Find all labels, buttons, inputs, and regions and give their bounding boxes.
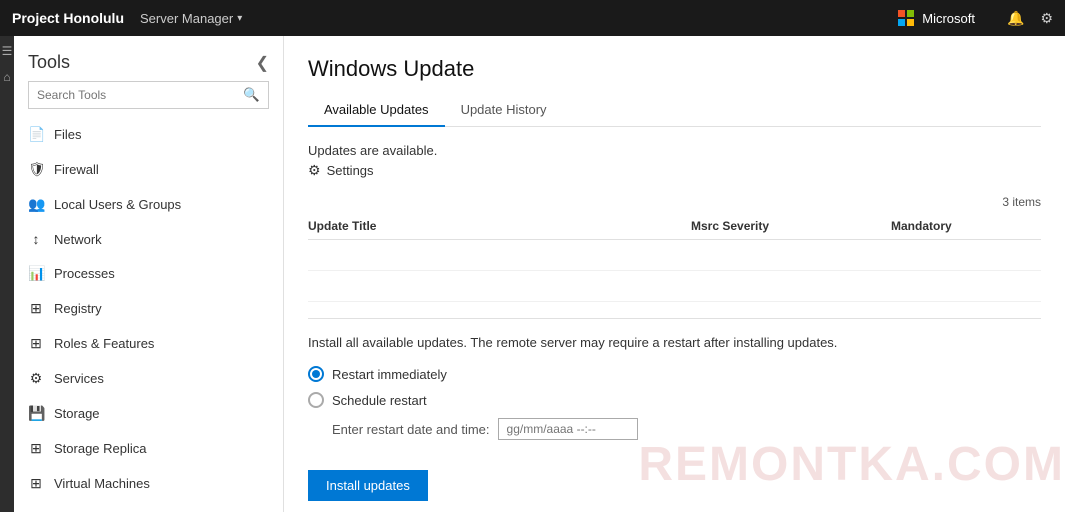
main-content: Windows Update Available UpdatesUpdate H…	[284, 36, 1065, 512]
sidebar-item-files[interactable]: 📄 Files	[14, 117, 283, 152]
network-icon: ↕	[28, 231, 44, 247]
settings-row[interactable]: ⚙ Settings	[308, 162, 1041, 179]
col-update-title: Update Title	[308, 219, 691, 233]
search-button[interactable]: 🔍	[235, 82, 268, 108]
sidebar-item-network[interactable]: ↕ Network	[14, 222, 283, 256]
table-row	[308, 240, 1041, 271]
install-notice: Install all available updates. The remot…	[308, 335, 1041, 350]
microsoft-logo	[898, 10, 914, 26]
left-rail: ☰ ⌂	[0, 36, 14, 512]
services-label: Services	[54, 371, 104, 386]
tab-available-updates[interactable]: Available Updates	[308, 94, 445, 127]
restart-immediately-option[interactable]: Restart immediately	[308, 366, 1041, 382]
chevron-down-icon: ▾	[237, 13, 242, 24]
date-input[interactable]	[498, 418, 638, 440]
install-updates-button[interactable]: Install updates	[308, 470, 428, 501]
main-header: Windows Update Available UpdatesUpdate H…	[284, 36, 1065, 127]
firewall-label: Firewall	[54, 162, 99, 177]
sidebar-item-storage[interactable]: 💾 Storage	[14, 396, 283, 431]
hamburger-icon[interactable]: ☰	[2, 44, 13, 58]
services-icon: ⚙	[28, 370, 44, 387]
search-box: 🔍	[28, 81, 269, 109]
microsoft-section: Microsoft	[898, 10, 975, 26]
sidebar-header: Tools ❮	[14, 36, 283, 81]
sidebar-item-storage-replica[interactable]: ⊞ Storage Replica	[14, 431, 283, 466]
settings-label: Settings	[327, 163, 374, 178]
sidebar-item-processes[interactable]: 📊 Processes	[14, 256, 283, 291]
settings-gear-icon: ⚙	[308, 162, 321, 179]
sidebar-item-roles-features[interactable]: ⊞ Roles & Features	[14, 326, 283, 361]
firewall-icon: 🛡	[28, 161, 44, 178]
roles-features-icon: ⊞	[28, 335, 44, 352]
divider	[308, 318, 1041, 319]
col-msrc: Msrc Severity	[691, 219, 891, 233]
sidebar-item-virtual-machines[interactable]: ⊞ Virtual Machines	[14, 466, 283, 501]
roles-features-label: Roles & Features	[54, 336, 154, 351]
notification-icon[interactable]: 🔔	[1007, 10, 1024, 27]
storage-label: Storage	[54, 406, 100, 421]
sidebar-item-local-users[interactable]: 👥 Local Users & Groups	[14, 187, 283, 222]
app-label: Server Manager	[140, 11, 233, 26]
sidebar-item-services[interactable]: ⚙ Services	[14, 361, 283, 396]
files-label: Files	[54, 127, 81, 142]
restart-immediately-radio[interactable]	[308, 366, 324, 382]
microsoft-label: Microsoft	[922, 11, 975, 26]
schedule-date-label: Enter restart date and time:	[332, 422, 490, 437]
sidebar: Tools ❮ 🔍 📄 Files 🛡 Firewall 👥 Local Users & …	[14, 36, 284, 512]
content-area: Updates are available. ⚙ Settings 3 item…	[284, 143, 1065, 512]
table-row	[308, 271, 1041, 302]
schedule-date-row: Enter restart date and time:	[332, 418, 1041, 440]
restart-options: Restart immediately Schedule restart Ent…	[308, 366, 1041, 440]
restart-immediately-label: Restart immediately	[332, 367, 447, 382]
sidebar-item-firewall[interactable]: 🛡 Firewall	[14, 152, 283, 187]
app-layout: ☰ ⌂ Tools ❮ 🔍 📄 Files 🛡 Firewall 👥 Local User…	[0, 36, 1065, 512]
search-input[interactable]	[29, 83, 235, 107]
collapse-button[interactable]: ❮	[256, 53, 269, 73]
sidebar-title: Tools	[28, 52, 70, 73]
brand-label: Project Honolulu	[12, 10, 124, 26]
schedule-restart-radio[interactable]	[308, 392, 324, 408]
storage-icon: 💾	[28, 405, 44, 422]
virtual-machines-icon: ⊞	[28, 475, 44, 492]
schedule-restart-option[interactable]: Schedule restart	[308, 392, 1041, 408]
col-mandatory: Mandatory	[891, 219, 1041, 233]
tabs: Available UpdatesUpdate History	[308, 94, 1041, 127]
home-icon[interactable]: ⌂	[3, 70, 10, 84]
local-users-icon: 👥	[28, 196, 44, 213]
files-icon: 📄	[28, 126, 44, 143]
processes-icon: 📊	[28, 265, 44, 282]
topbar-icons: 🔔 ⚙	[1007, 10, 1053, 27]
processes-label: Processes	[54, 266, 115, 281]
app-selector[interactable]: Server Manager ▾	[140, 11, 242, 26]
sidebar-list: 📄 Files 🛡 Firewall 👥 Local Users & Groups ↕ Net…	[14, 117, 283, 512]
storage-replica-label: Storage Replica	[54, 441, 147, 456]
updates-available-text: Updates are available.	[308, 143, 1041, 158]
schedule-restart-label: Schedule restart	[332, 393, 427, 408]
topbar: Project Honolulu Server Manager ▾ Micros…	[0, 0, 1065, 36]
storage-replica-icon: ⊞	[28, 440, 44, 457]
sidebar-item-virtual-switches[interactable]: ⊞Virtual Switches	[14, 501, 283, 512]
table-header: Update Title Msrc Severity Mandatory	[308, 213, 1041, 240]
registry-icon: ⊞	[28, 300, 44, 317]
local-users-label: Local Users & Groups	[54, 197, 181, 212]
network-label: Network	[54, 232, 102, 247]
virtual-machines-label: Virtual Machines	[54, 476, 150, 491]
registry-label: Registry	[54, 301, 102, 316]
user-icon[interactable]: ⚙	[1040, 10, 1053, 27]
sidebar-item-registry[interactable]: ⊞ Registry	[14, 291, 283, 326]
updates-text: Updates are available.	[308, 143, 437, 158]
tab-update-history[interactable]: Update History	[445, 94, 563, 127]
page-title: Windows Update	[308, 56, 1041, 82]
items-count: 3 items	[308, 195, 1041, 209]
